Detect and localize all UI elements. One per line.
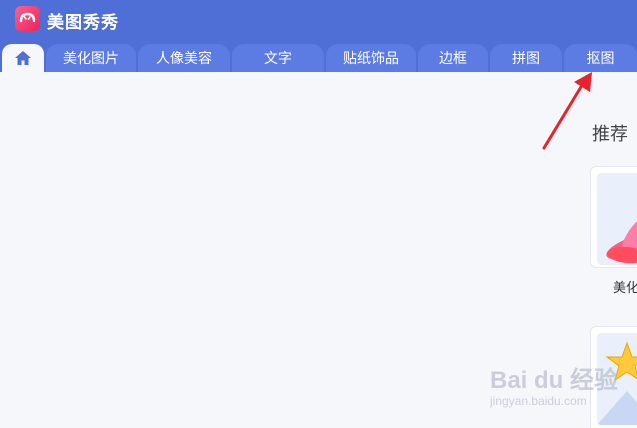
tab-label: 拼图: [512, 50, 540, 66]
tab-portrait[interactable]: 人像美容: [138, 44, 230, 72]
app-title: 美图秀秀: [47, 13, 119, 32]
tab-stickers[interactable]: 贴纸饰品: [326, 44, 416, 72]
tab-label: 美化图片: [63, 50, 119, 66]
card-label: 美化: [613, 280, 637, 295]
tab-label: 人像美容: [156, 50, 212, 66]
home-icon: [15, 51, 31, 65]
tab-home[interactable]: [2, 44, 44, 72]
tab-label: 文字: [264, 50, 292, 66]
annotation-arrow: [542, 72, 592, 150]
baidu-watermark: Bai du 经验: [490, 367, 619, 394]
tab-cutout[interactable]: 抠图: [564, 44, 637, 72]
tab-text[interactable]: 文字: [232, 44, 324, 72]
tab-collage[interactable]: 拼图: [490, 44, 562, 72]
main-tab-bar: 美化图片 人像美容 文字 贴纸饰品 边框 拼图 抠图: [0, 40, 637, 72]
meitu-logo-icon: [15, 6, 40, 31]
tab-label: 抠图: [586, 50, 615, 66]
tab-beautify[interactable]: 美化图片: [46, 44, 136, 72]
tab-frames[interactable]: 边框: [418, 44, 488, 72]
tab-label: 贴纸饰品: [343, 50, 399, 66]
title-bar: 美图秀秀: [0, 0, 637, 40]
tab-label: 边框: [439, 50, 467, 66]
recommend-card-beautify[interactable]: [590, 166, 637, 268]
flower-icon: [597, 173, 637, 265]
baidu-watermark-url: jingyan.baidu.com: [490, 394, 587, 408]
